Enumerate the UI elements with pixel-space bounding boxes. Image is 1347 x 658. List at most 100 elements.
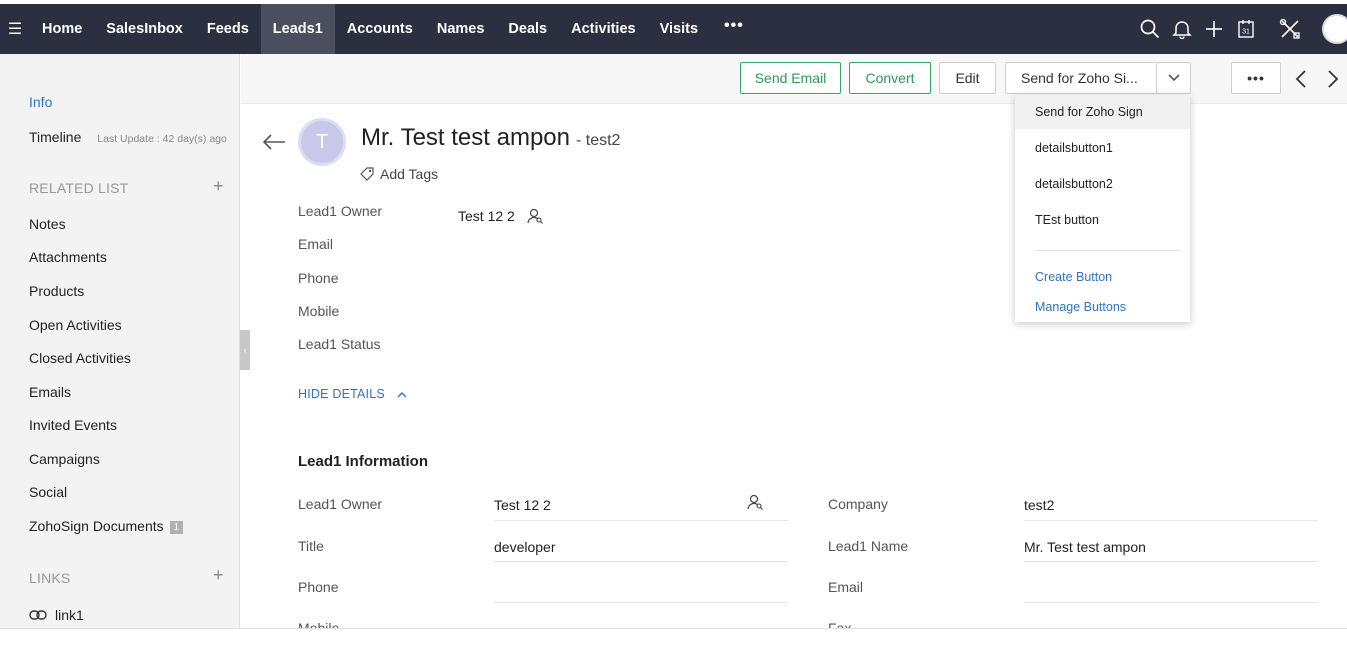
tab-feeds[interactable]: Feeds bbox=[195, 4, 261, 54]
last-update-text: Last Update : 42 day(s) ago bbox=[97, 133, 227, 145]
more-actions-button[interactable]: ••• bbox=[1231, 62, 1281, 94]
field-label-mobile: Mobile bbox=[298, 303, 339, 319]
chevron-up-icon bbox=[397, 391, 407, 398]
info-label-lead1-owner: Lead1 Owner bbox=[298, 496, 382, 512]
sidebar-item-campaigns[interactable]: Campaigns bbox=[29, 451, 100, 467]
dropdown-item-detailsbutton2[interactable]: detailsbutton2 bbox=[1015, 167, 1190, 201]
record-name: Mr. Test test ampon bbox=[361, 124, 570, 151]
sidebar-item-social[interactable]: Social bbox=[29, 484, 67, 500]
edit-button[interactable]: Edit bbox=[939, 62, 996, 94]
top-nav: ☰ Home SalesInbox Feeds Leads1 Accounts … bbox=[0, 0, 1347, 54]
add-related-list-button[interactable]: + bbox=[213, 176, 224, 197]
custom-buttons-dropdown: Send for Zoho Sign detailsbutton1 detail… bbox=[1015, 95, 1190, 322]
row-divider bbox=[1024, 520, 1318, 521]
sidebar-item-open-activities[interactable]: Open Activities bbox=[29, 317, 122, 333]
row-divider bbox=[494, 561, 788, 562]
field-label-lead1-owner: Lead1 Owner bbox=[298, 203, 382, 219]
setup-tools-icon[interactable] bbox=[1274, 4, 1306, 54]
plus-icon[interactable] bbox=[1198, 4, 1230, 54]
info-value-company: test2 bbox=[1024, 497, 1054, 513]
related-list-heading: RELATED LIST bbox=[29, 180, 128, 196]
record-subtitle: - test2 bbox=[576, 132, 620, 149]
row-divider bbox=[494, 520, 788, 521]
tab-names[interactable]: Names bbox=[425, 4, 497, 54]
info-label-company: Company bbox=[828, 496, 888, 512]
record-avatar: T bbox=[298, 118, 346, 166]
info-label-phone: Phone bbox=[298, 579, 338, 595]
bell-icon[interactable] bbox=[1166, 4, 1198, 54]
bottom-bar bbox=[0, 628, 1347, 658]
menu-icon[interactable]: ☰ bbox=[0, 4, 30, 54]
tab-salesinbox[interactable]: SalesInbox bbox=[94, 4, 195, 54]
sidebar-item-closed-activities[interactable]: Closed Activities bbox=[29, 350, 131, 366]
sidebar-link-link1[interactable]: link1 bbox=[29, 607, 84, 623]
sidebar-item-timeline[interactable]: Timeline Last Update : 42 day(s) ago bbox=[29, 129, 227, 145]
tab-accounts[interactable]: Accounts bbox=[335, 4, 425, 54]
link-icon bbox=[29, 610, 47, 620]
record-title: Mr. Test test ampon - test2 bbox=[361, 124, 620, 152]
field-label-phone: Phone bbox=[298, 270, 338, 286]
tab-deals[interactable]: Deals bbox=[496, 4, 559, 54]
tab-visits[interactable]: Visits bbox=[648, 4, 710, 54]
lead1-owner-value: Test 12 2 bbox=[458, 208, 515, 224]
sidebar-item-notes[interactable]: Notes bbox=[29, 216, 66, 232]
sidebar-item-products[interactable]: Products bbox=[29, 283, 84, 299]
dropdown-divider bbox=[1035, 250, 1180, 251]
search-icon[interactable] bbox=[1134, 4, 1166, 54]
dropdown-item-test-button[interactable]: TEst button bbox=[1015, 203, 1190, 237]
sidebar-item-invited-events[interactable]: Invited Events bbox=[29, 417, 117, 433]
info-value-lead1-name: Mr. Test test ampon bbox=[1024, 539, 1146, 555]
field-label-lead1-status: Lead1 Status bbox=[298, 336, 381, 352]
manage-buttons-link[interactable]: Manage Buttons bbox=[1035, 300, 1126, 314]
dropdown-item-detailsbutton1[interactable]: detailsbutton1 bbox=[1015, 131, 1190, 165]
create-button-link[interactable]: Create Button bbox=[1035, 270, 1112, 284]
tab-home[interactable]: Home bbox=[30, 4, 94, 54]
row-divider bbox=[494, 602, 788, 603]
owner-lookup-icon[interactable] bbox=[747, 494, 763, 515]
more-tabs-button[interactable]: ••• bbox=[710, 17, 758, 35]
chevron-down-icon bbox=[1168, 74, 1180, 82]
info-value-lead1-owner: Test 12 2 bbox=[494, 497, 551, 513]
zohosign-label: ZohoSign Documents bbox=[29, 518, 164, 534]
hide-details-toggle[interactable]: HIDE DETAILS bbox=[298, 387, 407, 401]
info-label-email: Email bbox=[828, 579, 863, 595]
row-divider bbox=[1024, 561, 1318, 562]
convert-button[interactable]: Convert bbox=[849, 62, 931, 94]
next-record-icon[interactable] bbox=[1326, 70, 1340, 93]
section-title: Lead1 Information bbox=[298, 453, 428, 470]
links-heading: LINKS bbox=[29, 570, 70, 586]
previous-record-icon[interactable] bbox=[1294, 70, 1308, 93]
dropdown-item-send-for-zoho-sign[interactable]: Send for Zoho Sign bbox=[1015, 95, 1190, 129]
calendar-icon[interactable]: 31 bbox=[1230, 4, 1262, 54]
tab-activities[interactable]: Activities bbox=[559, 4, 647, 54]
link1-label: link1 bbox=[55, 607, 84, 623]
sidebar: Info Timeline Last Update : 42 day(s) ag… bbox=[0, 54, 240, 628]
sidebar-collapse-handle[interactable]: ‹ bbox=[240, 330, 250, 370]
field-label-email: Email bbox=[298, 236, 333, 252]
row-divider bbox=[1024, 602, 1318, 603]
user-avatar[interactable] bbox=[1322, 14, 1347, 44]
dropdown-toggle[interactable] bbox=[1156, 62, 1191, 94]
user-lookup-icon[interactable] bbox=[527, 208, 543, 224]
tab-leads1[interactable]: Leads1 bbox=[261, 4, 335, 54]
hide-details-label: HIDE DETAILS bbox=[298, 387, 385, 401]
nav-actions: 31 bbox=[1134, 4, 1347, 54]
info-label-title: Title bbox=[298, 538, 324, 554]
back-arrow-icon[interactable] bbox=[262, 134, 286, 155]
sidebar-item-zohosign-documents[interactable]: ZohoSign Documents 1 bbox=[29, 518, 183, 534]
count-badge: 1 bbox=[170, 521, 184, 534]
send-email-button[interactable]: Send Email bbox=[740, 62, 841, 94]
field-value-lead1-owner: Test 12 2 bbox=[458, 208, 543, 224]
info-value-title: developer bbox=[494, 539, 556, 555]
timeline-label: Timeline bbox=[29, 129, 81, 145]
add-tags-label: Add Tags bbox=[380, 166, 438, 182]
sidebar-item-attachments[interactable]: Attachments bbox=[29, 249, 107, 265]
info-label-lead1-name: Lead1 Name bbox=[828, 538, 908, 554]
tag-icon bbox=[360, 167, 374, 181]
sidebar-item-emails[interactable]: Emails bbox=[29, 384, 71, 400]
add-link-button[interactable]: + bbox=[213, 565, 224, 586]
sidebar-item-info[interactable]: Info bbox=[29, 94, 52, 110]
add-tags-button[interactable]: Add Tags bbox=[360, 166, 438, 182]
send-for-zoho-sign-button[interactable]: Send for Zoho Si... bbox=[1005, 62, 1157, 94]
calendar-day: 31 bbox=[1242, 29, 1250, 36]
